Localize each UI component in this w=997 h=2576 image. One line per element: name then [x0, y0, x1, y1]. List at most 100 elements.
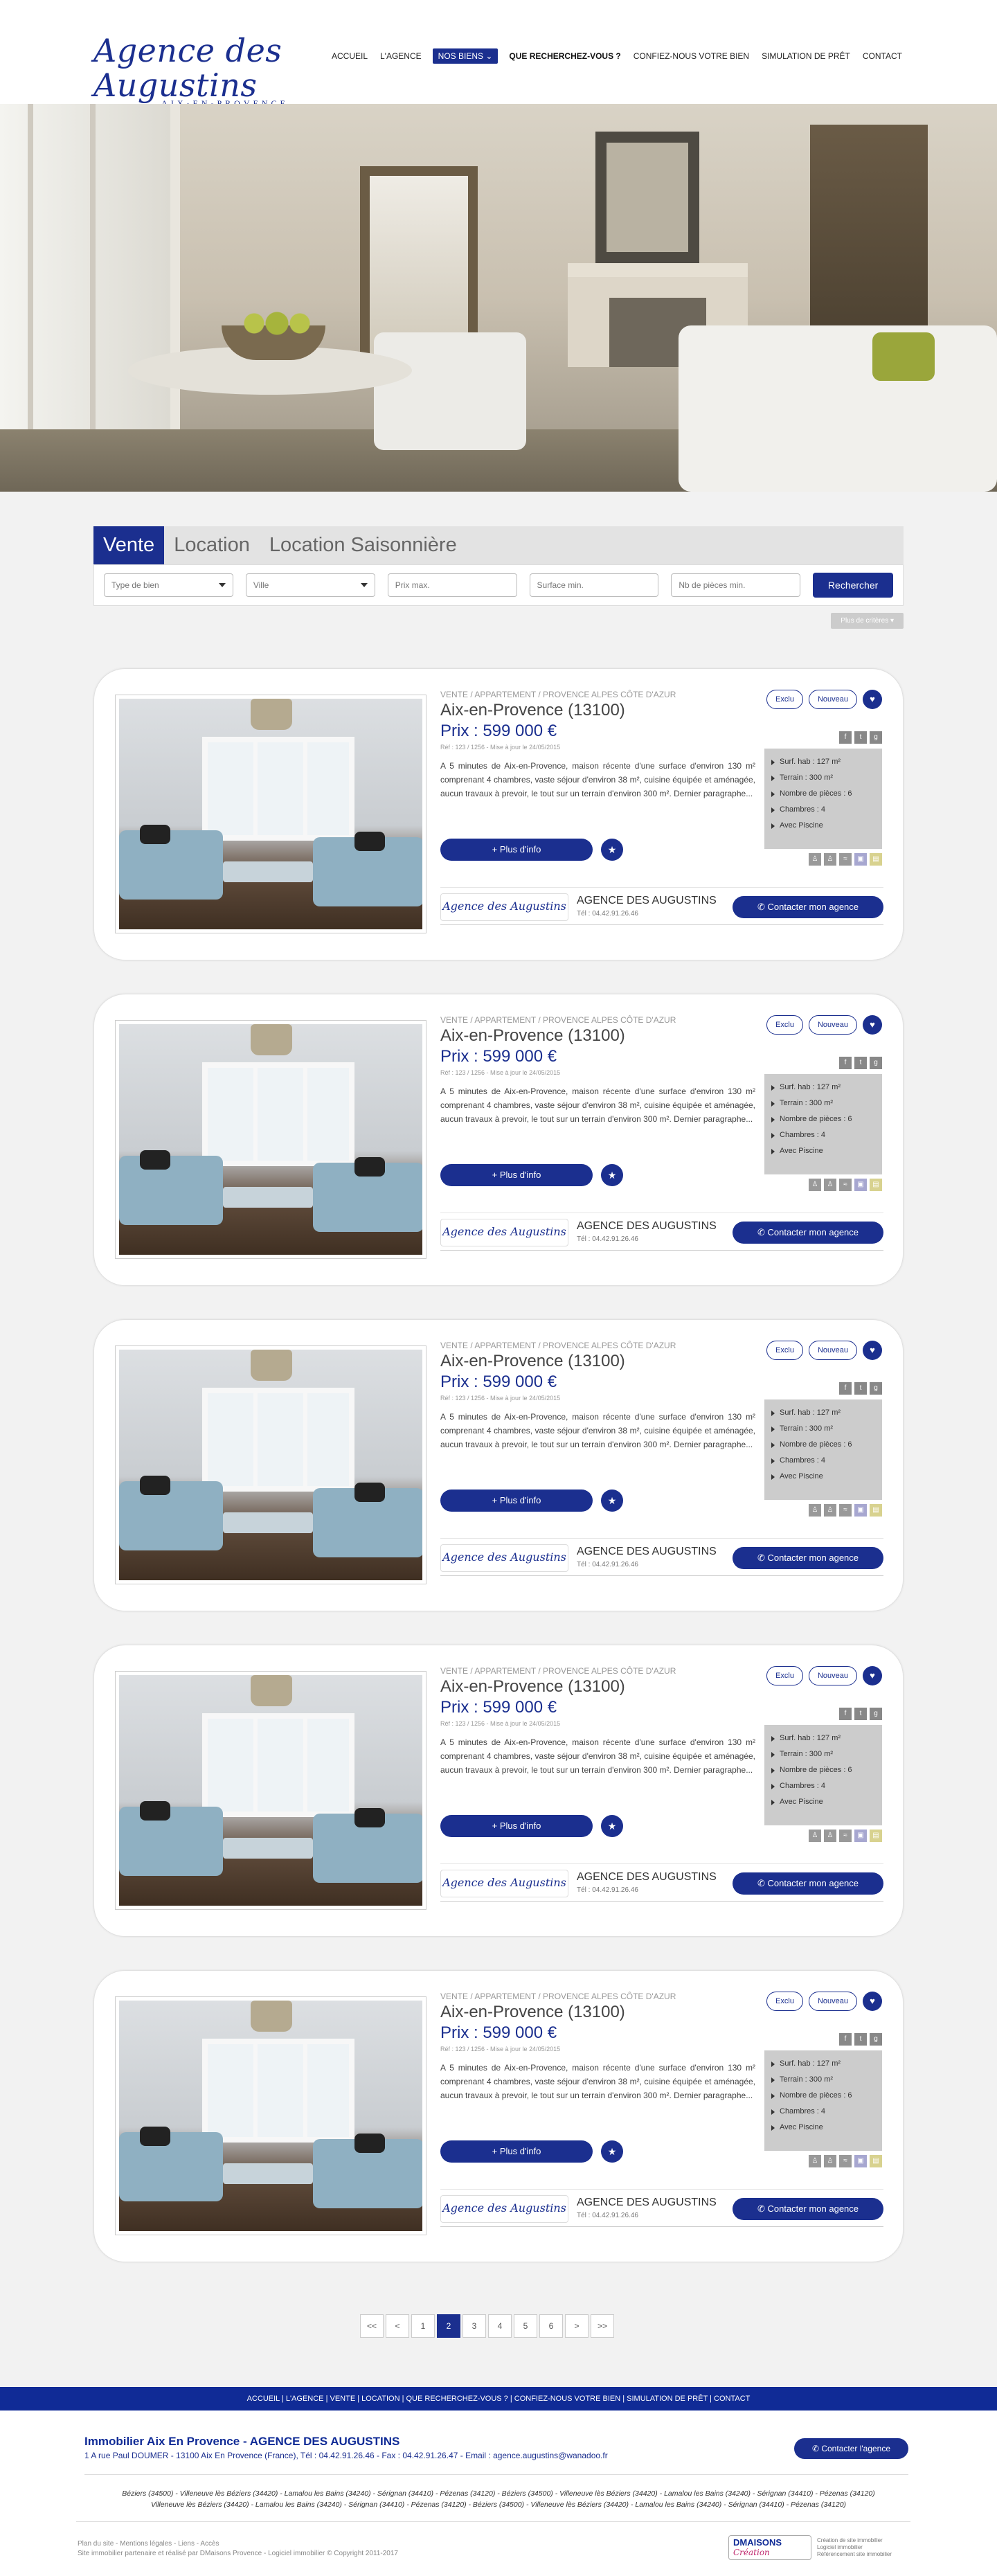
listing-photo[interactable] — [115, 1345, 426, 1584]
nav-item[interactable]: CONFIEZ-NOUS VOTRE BIEN — [632, 48, 751, 64]
nav-item[interactable]: CONTACT — [861, 48, 904, 64]
listing-photo[interactable] — [115, 1996, 426, 2235]
nav-item[interactable]: ACCUEIL — [330, 48, 369, 64]
listing-city[interactable]: Aix-en-Provence (13100) — [440, 1026, 759, 1046]
listing-city[interactable]: Aix-en-Provence (13100) — [440, 701, 759, 720]
dmaisons-credit[interactable]: DMAISONS Création Création de site immob… — [728, 2535, 892, 2560]
googleplus-icon[interactable]: g — [870, 1382, 882, 1395]
feature-item: Avec Piscine — [771, 2120, 875, 2136]
search-button[interactable]: Rechercher — [813, 573, 893, 598]
city-select[interactable]: Ville — [245, 573, 375, 597]
feature-item: Avec Piscine — [771, 818, 875, 834]
googleplus-icon[interactable]: g — [870, 1708, 882, 1720]
footer-nav[interactable]: ACCUEIL | L'AGENCE | VENTE | LOCATION | … — [0, 2387, 997, 2410]
agency-name: AGENCE DES AUGUSTINS — [577, 1220, 717, 1232]
contact-agency-button[interactable]: ✆ Contacter mon agence — [733, 1222, 883, 1244]
more-info-button[interactable]: + Plus d'info — [440, 1490, 593, 1512]
contact-agency-button[interactable]: ✆ Contacter mon agence — [733, 1872, 883, 1895]
listing-card: VENTE / APPARTEMENT / PROVENCE ALPES CÔT… — [93, 1970, 904, 2262]
nav-item[interactable]: NOS BIENS ⌄ — [432, 48, 498, 64]
listing-ref: Réf : 123 / 1256 - Mise à jour le 24/05/… — [440, 2046, 561, 2052]
star-icon[interactable]: ★ — [601, 1490, 623, 1512]
listing-price: Prix : 599 000 € — [440, 1698, 557, 1717]
twitter-icon[interactable]: t — [854, 1057, 867, 1069]
listing-description: A 5 minutes de Aix-en-Provence, maison r… — [440, 2063, 755, 2100]
page-button[interactable]: 1 — [411, 2314, 435, 2338]
heart-icon[interactable]: ♥ — [863, 1666, 882, 1685]
page-button[interactable]: 5 — [514, 2314, 537, 2338]
page-button[interactable]: << — [360, 2314, 384, 2338]
page-button[interactable]: 4 — [488, 2314, 512, 2338]
tab-vente[interactable]: Vente — [93, 526, 165, 564]
facebook-icon[interactable]: f — [839, 731, 852, 744]
facebook-icon[interactable]: f — [839, 2033, 852, 2046]
facebook-icon[interactable]: f — [839, 1057, 852, 1069]
heart-icon[interactable]: ♥ — [863, 1015, 882, 1035]
nav-item[interactable]: L'AGENCE — [379, 48, 423, 64]
facebook-icon[interactable]: f — [839, 1382, 852, 1395]
pool-icon: ≈ — [839, 2155, 852, 2167]
agency-tel: Tél : 04.42.91.26.46 — [577, 1886, 638, 1894]
tab-location[interactable]: Location — [164, 526, 260, 564]
star-icon[interactable]: ★ — [601, 2140, 623, 2163]
nav-item[interactable]: SIMULATION DE PRÊT — [760, 48, 852, 64]
star-icon[interactable]: ★ — [601, 839, 623, 861]
badge-nouveau: Nouveau — [808, 1015, 857, 1035]
twitter-icon[interactable]: t — [854, 1708, 867, 1720]
page-button[interactable]: >> — [591, 2314, 614, 2338]
contact-agency-button[interactable]: ✆ Contacter mon agence — [733, 2198, 883, 2220]
twitter-icon[interactable]: t — [854, 1382, 867, 1395]
listing-description: A 5 minutes de Aix-en-Provence, maison r… — [440, 1086, 755, 1124]
googleplus-icon[interactable]: g — [870, 2033, 882, 2046]
site-logo[interactable]: Agence des Augustins AIX-EN-PROVENCE — [93, 33, 357, 109]
feature-item: Terrain : 300 m² — [771, 2072, 875, 2088]
agency-logo: Agence des Augustins — [440, 1219, 568, 1246]
listing-photo[interactable] — [115, 1671, 426, 1910]
twitter-icon[interactable]: t — [854, 2033, 867, 2046]
listing-city[interactable]: Aix-en-Provence (13100) — [440, 2003, 759, 2022]
property-type-select[interactable]: Type de bien — [104, 573, 233, 597]
facebook-icon[interactable]: f — [839, 1708, 852, 1720]
person-icon: ♙ — [809, 853, 821, 866]
page-button[interactable]: 6 — [539, 2314, 563, 2338]
listing-ref: Réf : 123 / 1256 - Mise à jour le 24/05/… — [440, 744, 561, 751]
more-info-button[interactable]: + Plus d'info — [440, 1815, 593, 1837]
googleplus-icon[interactable]: g — [870, 731, 882, 744]
more-info-button[interactable]: + Plus d'info — [440, 839, 593, 861]
heart-icon[interactable]: ♥ — [863, 690, 882, 709]
min-surface-input[interactable]: Surface min. — [529, 573, 659, 597]
footer: Immobilier Aix En Provence - AGENCE DES … — [0, 2410, 997, 2576]
googleplus-icon[interactable]: g — [870, 1057, 882, 1069]
listing-city[interactable]: Aix-en-Provence (13100) — [440, 1352, 759, 1371]
listing-photo[interactable] — [115, 695, 426, 933]
more-info-button[interactable]: + Plus d'info — [440, 1164, 593, 1186]
heart-icon[interactable]: ♥ — [863, 1992, 882, 2011]
page-button[interactable]: < — [386, 2314, 409, 2338]
more-criteria-button[interactable]: Plus de critères ▾ — [831, 613, 904, 629]
agency-name: AGENCE DES AUGUSTINS — [577, 1871, 717, 1883]
contact-agency-button[interactable]: ✆ Contacter mon agence — [733, 1547, 883, 1569]
nav-item[interactable]: QUE RECHERCHEZ-VOUS ? — [508, 48, 622, 64]
image-icon: ▣ — [854, 1179, 867, 1191]
listing-city[interactable]: Aix-en-Provence (13100) — [440, 1677, 759, 1697]
footer-cities-line-1: Béziers (34500) - Villeneuve lès Béziers… — [122, 2489, 875, 2498]
share-icons: f t g — [839, 1057, 882, 1069]
max-price-input[interactable]: Prix max. — [387, 573, 517, 597]
badge-nouveau: Nouveau — [808, 690, 857, 709]
min-rooms-input[interactable]: Nb de pièces min. — [671, 573, 801, 597]
star-icon[interactable]: ★ — [601, 1164, 623, 1186]
heart-icon[interactable]: ♥ — [863, 1341, 882, 1360]
page-button[interactable]: 2 — [437, 2314, 460, 2338]
page-button[interactable]: 3 — [462, 2314, 486, 2338]
phone-icon: ✆ — [757, 2203, 768, 2214]
star-icon[interactable]: ★ — [601, 1815, 623, 1837]
tab-location-saisonniere[interactable]: Location Saisonnière — [260, 526, 467, 564]
twitter-icon[interactable]: t — [854, 731, 867, 744]
share-icons: f t g — [839, 1382, 882, 1395]
contact-agency-button[interactable]: ✆ Contacter mon agence — [733, 896, 883, 918]
footer-links[interactable]: Plan du site - Mentions légales - Liens … — [78, 2539, 398, 2549]
footer-contact-button[interactable]: ✆ Contacter l'agence — [794, 2438, 908, 2459]
listing-photo[interactable] — [115, 1020, 426, 1259]
more-info-button[interactable]: + Plus d'info — [440, 2140, 593, 2163]
page-button[interactable]: > — [565, 2314, 589, 2338]
